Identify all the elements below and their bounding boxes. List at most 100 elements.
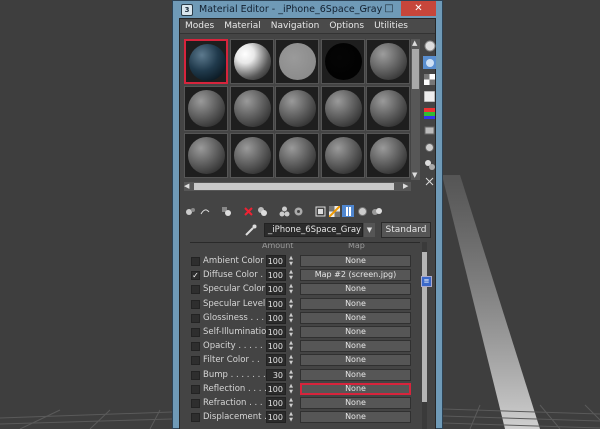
show-end-result-icon[interactable] — [356, 205, 368, 217]
get-material-icon[interactable] — [184, 205, 196, 217]
rollout-indicator-icon[interactable]: ≡ — [421, 276, 432, 287]
scroll-right-icon[interactable]: ▶ — [403, 182, 408, 190]
make-copy-icon[interactable] — [256, 205, 268, 217]
material-navigator-icon[interactable] — [423, 175, 436, 188]
sample-slot[interactable] — [320, 86, 365, 131]
sample-slot[interactable] — [366, 133, 410, 178]
amount-field[interactable]: 100 — [266, 382, 286, 395]
amount-spinner[interactable]: ▲ ▼ — [287, 411, 295, 423]
menu-options[interactable]: Options — [324, 19, 369, 33]
amount-field[interactable]: 100 — [266, 283, 286, 296]
material-type-button[interactable]: Standard — [381, 222, 431, 238]
sample-slot[interactable] — [229, 133, 274, 178]
amount-field[interactable]: 100 — [266, 340, 286, 353]
menu-utilities[interactable]: Utilities — [369, 19, 413, 33]
rollout-scrollbar[interactable] — [422, 242, 427, 429]
put-to-library-icon[interactable] — [292, 205, 304, 217]
amount-spinner[interactable]: ▲ ▼ — [287, 269, 295, 281]
map-button[interactable]: None — [300, 382, 411, 395]
menu-material[interactable]: Material — [219, 19, 266, 33]
map-button[interactable]: None — [300, 354, 411, 367]
material-id-icon[interactable] — [314, 205, 326, 217]
amount-spinner[interactable]: ▲ ▼ — [287, 312, 295, 324]
map-enable-checkbox[interactable] — [191, 413, 200, 423]
amount-field[interactable]: 100 — [266, 354, 286, 367]
uv-tiling-icon[interactable] — [423, 90, 436, 103]
sample-slot[interactable] — [184, 39, 228, 84]
sample-slot[interactable] — [184, 133, 228, 178]
amount-spinner[interactable]: ▲ ▼ — [287, 397, 295, 409]
sample-slot[interactable] — [366, 86, 410, 131]
sample-slot[interactable] — [275, 39, 319, 84]
scroll-thumb[interactable] — [412, 49, 419, 89]
map-button[interactable]: None — [300, 297, 411, 310]
rollout-scroll-thumb[interactable] — [422, 252, 427, 402]
map-enable-checkbox[interactable] — [191, 285, 200, 295]
map-button[interactable]: None — [300, 283, 411, 296]
amount-spinner[interactable]: ▲ ▼ — [287, 298, 295, 310]
amount-field[interactable]: 100 — [266, 311, 286, 324]
map-button[interactable]: None — [300, 411, 411, 424]
background-icon[interactable] — [423, 73, 436, 86]
map-enable-checkbox[interactable] — [191, 313, 200, 323]
go-to-parent-icon[interactable] — [370, 205, 382, 217]
slots-vertical-scrollbar[interactable]: ▲ ▼ — [411, 39, 420, 180]
amount-spinner[interactable]: ▲ ▼ — [287, 369, 295, 381]
map-enable-checkbox[interactable] — [191, 299, 200, 309]
sample-slot[interactable] — [229, 86, 274, 131]
map-enable-checkbox[interactable] — [191, 342, 200, 352]
amount-field[interactable]: 30 — [266, 368, 286, 381]
amount-field[interactable]: 100 — [266, 397, 286, 409]
sample-slot[interactable] — [184, 86, 228, 131]
sample-slot[interactable] — [366, 39, 410, 84]
map-button[interactable]: Map #2 (screen.jpg) — [300, 269, 411, 282]
scroll-thumb-horizontal[interactable] — [194, 183, 394, 190]
map-button[interactable]: None — [300, 326, 411, 338]
scroll-down-icon[interactable]: ▼ — [412, 171, 417, 179]
make-preview-icon[interactable] — [423, 124, 436, 137]
sample-slot[interactable] — [320, 133, 365, 178]
amount-spinner[interactable]: ▲ ▼ — [287, 326, 295, 338]
put-to-scene-icon[interactable] — [198, 205, 210, 217]
scroll-up-icon[interactable]: ▲ — [412, 39, 417, 47]
backlight-icon[interactable] — [423, 56, 436, 69]
video-color-check-icon[interactable] — [423, 107, 436, 120]
map-enable-checkbox[interactable] — [191, 384, 200, 394]
map-button[interactable]: None — [300, 368, 411, 381]
amount-field[interactable]: 100 — [266, 326, 286, 338]
sample-slot[interactable] — [320, 39, 365, 84]
menu-navigation[interactable]: Navigation — [266, 19, 325, 33]
amount-spinner[interactable]: ▲ ▼ — [287, 255, 295, 267]
scroll-left-icon[interactable]: ◀ — [184, 182, 189, 190]
amount-field[interactable]: 100 — [266, 255, 286, 267]
map-enable-checkbox[interactable] — [191, 370, 200, 380]
options-icon[interactable] — [423, 141, 436, 154]
map-enable-checkbox[interactable] — [191, 257, 200, 266]
map-button[interactable]: None — [300, 397, 411, 409]
amount-field[interactable]: 100 — [266, 297, 286, 310]
map-enable-checkbox[interactable]: ✓ — [191, 271, 200, 281]
amount-field[interactable]: 100 — [266, 269, 286, 282]
eyedropper-icon[interactable] — [244, 223, 258, 237]
material-name-field[interactable]: _iPhone_6Space_Gray — [264, 223, 363, 237]
map-button[interactable]: None — [300, 340, 411, 353]
maximize-button[interactable]: □ — [377, 1, 401, 16]
amount-spinner[interactable]: ▲ ▼ — [287, 340, 295, 352]
reset-icon[interactable] — [242, 205, 254, 217]
select-by-material-icon[interactable] — [423, 158, 436, 171]
sample-type-icon[interactable] — [423, 39, 436, 52]
map-button[interactable]: None — [300, 255, 411, 267]
amount-spinner[interactable]: ▲ ▼ — [287, 283, 295, 295]
title-bar[interactable]: 3 Material Editor - _iPhone_6Space_Gray … — [179, 1, 436, 18]
slots-horizontal-scrollbar[interactable]: ◀ ▶ — [184, 182, 411, 191]
amount-field[interactable]: 100 — [266, 411, 286, 424]
amount-spinner[interactable]: ▲ ▼ — [287, 383, 295, 395]
chevron-down-icon[interactable]: ▼ — [364, 223, 375, 237]
menu-modes[interactable]: Modes — [180, 19, 219, 33]
amount-spinner[interactable]: ▲ ▼ — [287, 354, 295, 366]
map-enable-checkbox[interactable] — [191, 356, 200, 366]
map-enable-checkbox[interactable] — [191, 328, 200, 337]
sample-slot[interactable] — [275, 133, 319, 178]
show-shaded-icon[interactable] — [342, 205, 354, 217]
sample-slot[interactable] — [229, 39, 274, 84]
